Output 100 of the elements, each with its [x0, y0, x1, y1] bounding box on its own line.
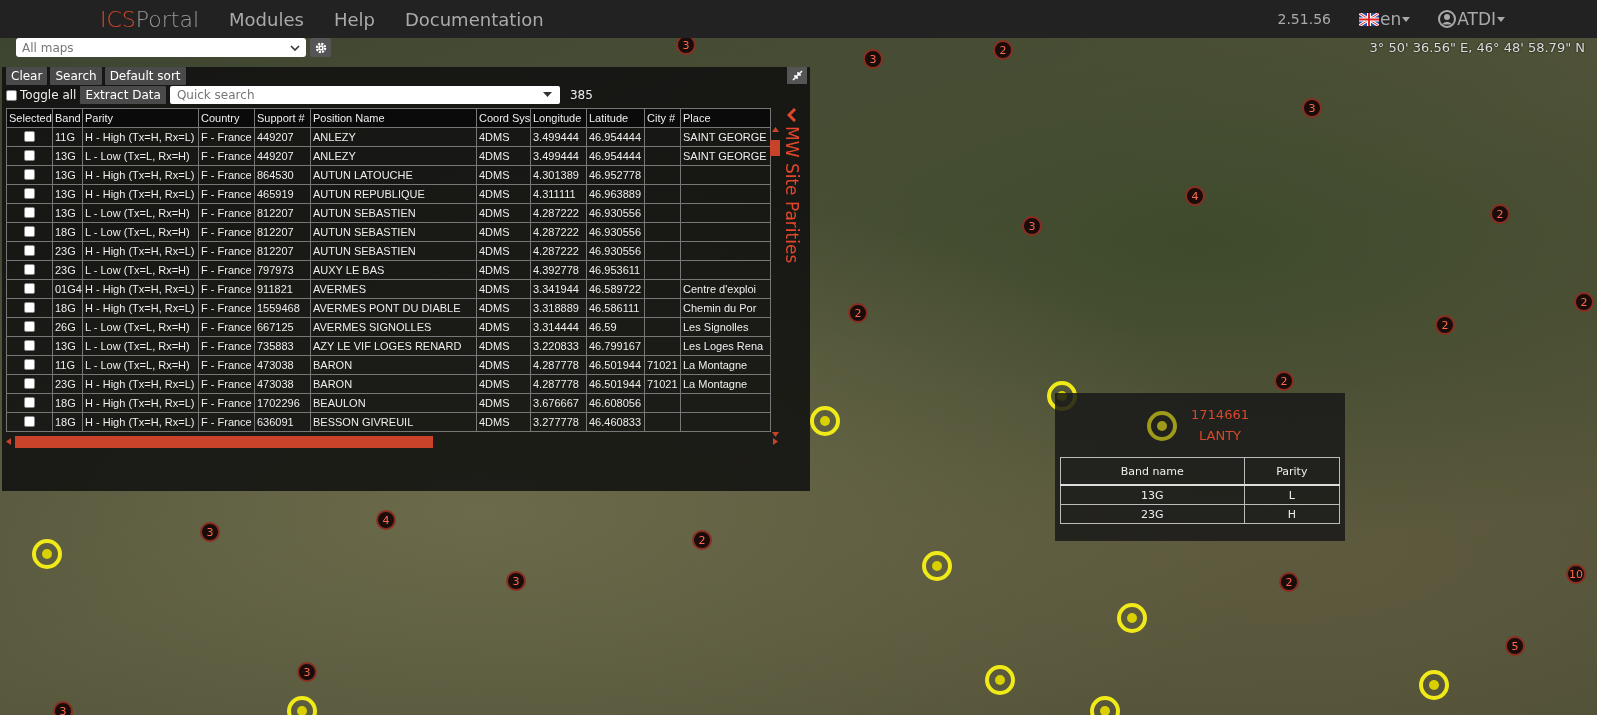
table-cell: H - High (Tx=H, Rx=L): [82, 298, 199, 318]
checkbox[interactable]: [24, 301, 35, 313]
column-header[interactable]: Longitude: [530, 108, 587, 128]
cluster-marker[interactable]: 5: [1505, 636, 1525, 656]
site-marker[interactable]: [1115, 601, 1149, 635]
toolbar-button[interactable]: Search: [50, 67, 102, 85]
column-header[interactable]: Support #: [254, 108, 311, 128]
scroll-right-icon[interactable]: [773, 438, 778, 445]
table-cell: 46.501944: [586, 374, 645, 394]
scroll-left-icon[interactable]: [6, 438, 11, 445]
scroll-down-icon[interactable]: [771, 432, 779, 437]
table-cell: 46.954444: [586, 146, 645, 166]
table-cell: AUTUN REPUBLIQUE: [310, 184, 477, 204]
vertical-scrollbar[interactable]: [770, 127, 780, 437]
checkbox[interactable]: [24, 320, 35, 332]
table-cell: [644, 165, 681, 185]
table-cell: 4DMS: [476, 336, 531, 356]
cluster-marker[interactable]: 2: [1435, 315, 1455, 335]
column-header[interactable]: Position Name: [310, 108, 477, 128]
cluster-marker[interactable]: 2: [993, 40, 1013, 60]
cluster-marker[interactable]: 3: [200, 522, 220, 542]
menu-item[interactable]: Documentation: [404, 8, 544, 30]
collapse-icon: [791, 70, 803, 81]
extract-data-button[interactable]: Extract Data: [80, 86, 166, 104]
column-header[interactable]: Place: [680, 108, 771, 128]
cluster-marker[interactable]: 4: [376, 510, 396, 530]
table-cell: 1702296: [254, 393, 311, 413]
site-marker[interactable]: [920, 549, 954, 583]
brand-logo[interactable]: ICSPortal: [100, 6, 200, 32]
cluster-marker[interactable]: 2: [1574, 292, 1594, 312]
column-header[interactable]: Parity: [82, 108, 199, 128]
checkbox[interactable]: [24, 187, 35, 199]
checkbox[interactable]: [24, 415, 35, 427]
language-menu[interactable]: en: [1358, 9, 1411, 29]
site-marker[interactable]: [808, 404, 842, 438]
menu-item[interactable]: Help: [333, 8, 375, 30]
table-cell: Les Signolles: [680, 317, 771, 337]
checkbox[interactable]: [24, 149, 35, 161]
site-marker[interactable]: [1145, 409, 1179, 443]
checkbox[interactable]: [24, 358, 35, 370]
support-number: 1714661: [1191, 407, 1249, 422]
checkbox[interactable]: [24, 339, 35, 351]
toolbar-button[interactable]: Default sort: [104, 67, 186, 85]
cluster-marker[interactable]: 2: [692, 530, 712, 550]
chevron-left-icon: [787, 108, 797, 122]
cluster-marker[interactable]: 2: [1490, 204, 1510, 224]
checkbox[interactable]: [24, 396, 35, 408]
checkbox[interactable]: [24, 225, 35, 237]
cluster-marker[interactable]: 10: [1566, 564, 1586, 584]
table-cell: ANLEZY: [310, 146, 477, 166]
site-marker[interactable]: [983, 663, 1017, 697]
cluster-marker[interactable]: 3: [676, 38, 696, 55]
checkbox[interactable]: [24, 206, 35, 218]
cluster-marker[interactable]: 3: [506, 571, 526, 591]
settings-button[interactable]: [310, 38, 331, 57]
scroll-thumb[interactable]: [15, 435, 433, 448]
toolbar-button[interactable]: Clear: [6, 67, 48, 85]
checkbox[interactable]: [24, 244, 35, 256]
cluster-marker[interactable]: 2: [1279, 572, 1299, 592]
cluster-marker[interactable]: 3: [863, 49, 883, 69]
quick-search-field[interactable]: Quick search: [169, 86, 560, 104]
cluster-marker[interactable]: 4: [1185, 186, 1205, 206]
column-header[interactable]: Coord Sys: [476, 108, 531, 128]
scroll-thumb[interactable]: [770, 140, 780, 156]
map-select[interactable]: All maps: [16, 38, 306, 57]
column-header[interactable]: Selected: [6, 108, 53, 128]
table-cell: [644, 241, 681, 261]
table-cell: L - Low (Tx=L, Rx=H): [82, 336, 199, 356]
table-cell: 11G: [52, 127, 83, 147]
user-menu[interactable]: ATDI: [1438, 9, 1505, 29]
table-cell: 4DMS: [476, 203, 531, 223]
checkbox[interactable]: [6, 89, 17, 101]
table-cell: 3.676667: [530, 393, 587, 413]
cluster-marker[interactable]: 3: [297, 662, 317, 682]
table-cell: 4DMS: [476, 146, 531, 166]
cluster-marker[interactable]: 2: [848, 303, 868, 323]
menu-item[interactable]: Modules: [229, 8, 304, 30]
table-cell: H: [1244, 504, 1340, 524]
scroll-up-icon[interactable]: [771, 127, 779, 132]
column-header[interactable]: Latitude: [586, 108, 645, 128]
side-tab[interactable]: MW Site Parities: [778, 108, 806, 448]
cluster-marker[interactable]: 3: [53, 701, 73, 715]
toggle-all-label[interactable]: Toggle all: [20, 88, 77, 102]
checkbox[interactable]: [24, 130, 35, 142]
settings-icon: [314, 41, 327, 54]
site-marker[interactable]: [30, 537, 64, 571]
checkbox[interactable]: [24, 282, 35, 294]
column-header[interactable]: Country: [198, 108, 255, 128]
collapse-button[interactable]: [787, 67, 807, 84]
horizontal-scrollbar[interactable]: [6, 435, 778, 448]
column-header[interactable]: Band: [52, 108, 83, 128]
column-header[interactable]: City #: [644, 108, 681, 128]
checkbox[interactable]: [24, 377, 35, 389]
cluster-marker[interactable]: 2: [1274, 371, 1294, 391]
table-cell: H - High (Tx=H, Rx=L): [82, 127, 199, 147]
checkbox[interactable]: [24, 263, 35, 275]
site-marker[interactable]: [1417, 668, 1451, 702]
cluster-marker[interactable]: 3: [1302, 98, 1322, 118]
checkbox[interactable]: [24, 168, 35, 180]
cluster-marker[interactable]: 3: [1022, 216, 1042, 236]
